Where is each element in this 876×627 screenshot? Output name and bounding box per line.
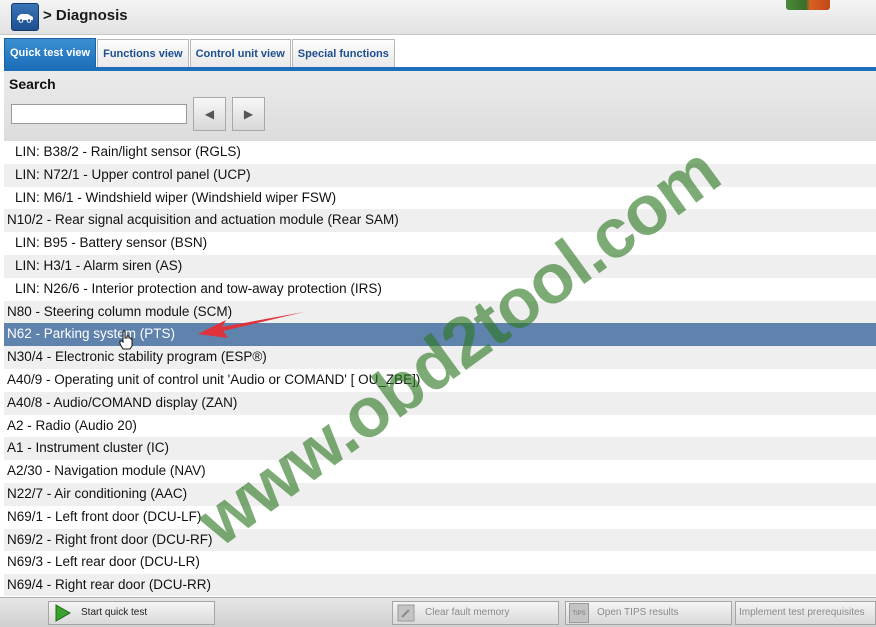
play-icon <box>55 604 72 622</box>
clear-fault-memory-label: Clear fault memory <box>425 607 510 618</box>
tool-icon <box>397 604 415 622</box>
list-item[interactable]: A40/8 - Audio/COMAND display (ZAN) <box>4 391 876 415</box>
start-quick-test-button[interactable]: Start quick test <box>48 601 215 625</box>
home-car-button[interactable] <box>11 3 39 31</box>
toolbar-graphic-icon[interactable] <box>786 0 830 10</box>
tab-control-unit-view[interactable]: Control unit view <box>189 39 291 67</box>
previous-result-button[interactable]: ◀ <box>193 97 226 131</box>
start-quick-test-label: Start quick test <box>81 607 148 618</box>
list-item[interactable]: A2/30 - Navigation module (NAV) <box>4 460 876 483</box>
arrow-left-icon: ◀ <box>204 107 215 121</box>
list-item[interactable]: N69/1 - Left front door (DCU-LF) <box>4 505 876 529</box>
list-item[interactable]: LIN: M6/1 - Windshield wiper (Windshield… <box>4 186 876 210</box>
header-bar: > Diagnosis <box>0 0 876 35</box>
bottom-toolbar: Start quick test Clear fault memory TIPS… <box>0 597 876 627</box>
next-result-button[interactable]: ▶ <box>232 97 265 131</box>
search-title: Search <box>9 76 56 92</box>
list-item[interactable]: N69/2 - Right front door (DCU-RF) <box>4 528 876 552</box>
open-tips-results-label: Open TIPS results <box>597 607 679 618</box>
list-item[interactable]: LIN: H3/1 - Alarm siren (AS) <box>4 254 876 278</box>
list-item[interactable]: N69/4 - Right rear door (DCU-RR) <box>4 574 876 596</box>
list-item[interactable]: N80 - Steering column module (SCM) <box>4 300 876 324</box>
arrow-right-icon: ▶ <box>243 107 254 121</box>
tips-icon: TIPS <box>569 603 589 623</box>
control-unit-list: LIN: B38/2 - Rain/light sensor (RGLS) LIN… <box>4 141 876 596</box>
list-item[interactable]: LIN: N72/1 - Upper control panel (UCP) <box>4 163 876 187</box>
view-tabs: Quick test view Functions view Control u… <box>4 38 396 68</box>
tab-quick-test-view[interactable]: Quick test view <box>4 38 97 68</box>
list-item[interactable]: A2 - Radio (Audio 20) <box>4 414 876 438</box>
search-input[interactable] <box>11 104 187 124</box>
list-item[interactable]: N30/4 - Electronic stability program (ES… <box>4 346 876 369</box>
list-item[interactable]: A40/9 - Operating unit of control unit '… <box>4 368 876 392</box>
clear-fault-memory-button[interactable]: Clear fault memory <box>392 601 559 625</box>
list-item[interactable]: LIN: B95 - Battery sensor (BSN) <box>4 232 876 255</box>
implement-test-prerequisites-label: Implement test prerequisites <box>739 607 865 618</box>
list-item[interactable]: LIN: B38/2 - Rain/light sensor (RGLS) <box>4 141 876 164</box>
list-item[interactable]: N69/3 - Left rear door (DCU-LR) <box>4 551 876 575</box>
list-item[interactable]: LIN: N26/6 - Interior protection and tow… <box>4 277 876 301</box>
open-tips-results-button[interactable]: TIPS Open TIPS results <box>565 601 732 625</box>
car-icon <box>17 14 33 23</box>
list-item-selected[interactable]: N62 - Parking system (PTS) <box>4 323 876 347</box>
list-item[interactable]: N10/2 - Rear signal acquisition and actu… <box>4 209 876 233</box>
implement-test-prerequisites-button[interactable]: Implement test prerequisites <box>735 601 876 625</box>
tab-functions-view[interactable]: Functions view <box>97 39 189 67</box>
search-panel: Search ◀ ▶ <box>4 71 876 142</box>
tab-special-functions[interactable]: Special functions <box>291 39 395 67</box>
breadcrumb: > Diagnosis <box>43 7 128 24</box>
list-item[interactable]: N22/7 - Air conditioning (AAC) <box>4 482 876 506</box>
list-item[interactable]: A1 - Instrument cluster (IC) <box>4 437 876 461</box>
